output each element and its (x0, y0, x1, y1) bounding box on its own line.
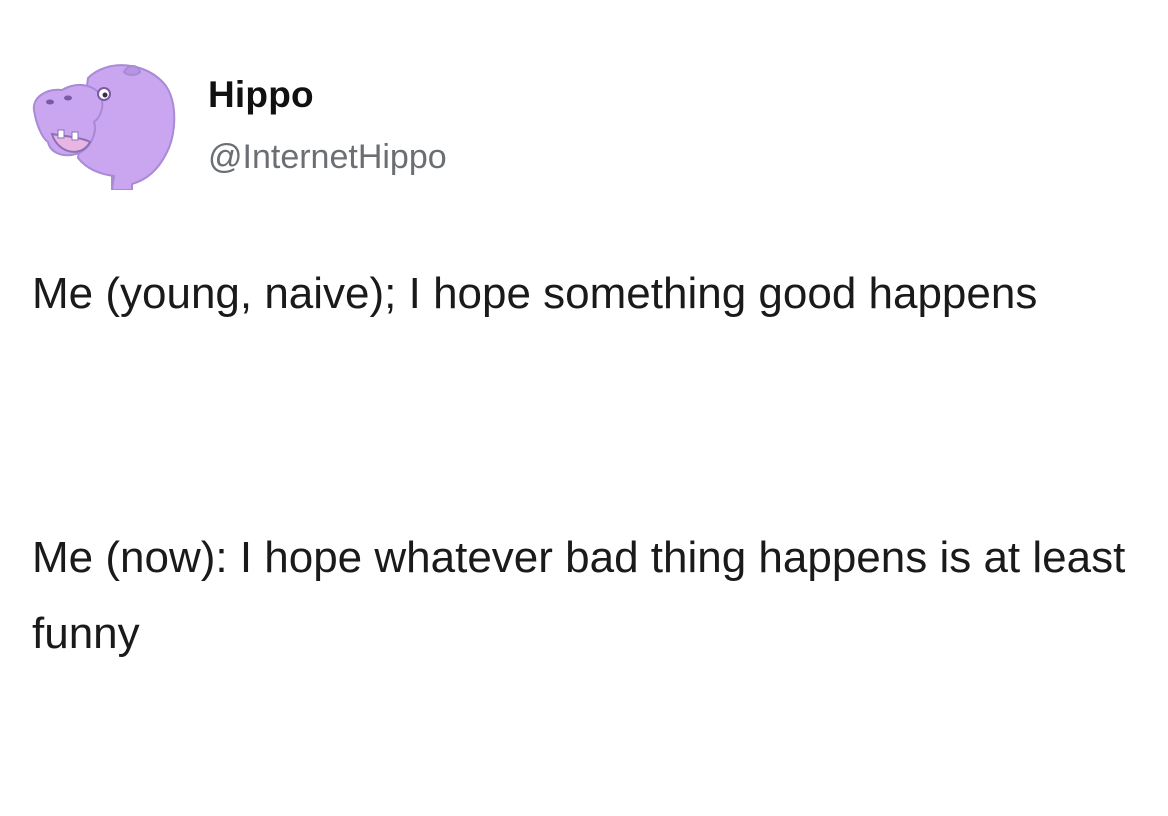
tweet-paragraph-2: Me (now): I hope whatever bad thing happ… (32, 533, 1138, 658)
hippo-avatar-icon[interactable] (28, 58, 178, 190)
author-handle[interactable]: @InternetHippo (208, 138, 447, 177)
tweet-paragraph-1: Me (young, naive); I hope something good… (32, 269, 1038, 318)
author-display-name[interactable]: Hippo (208, 74, 314, 116)
tweet-card: Hippo @InternetHippo Me (young, naive); … (0, 0, 1168, 816)
